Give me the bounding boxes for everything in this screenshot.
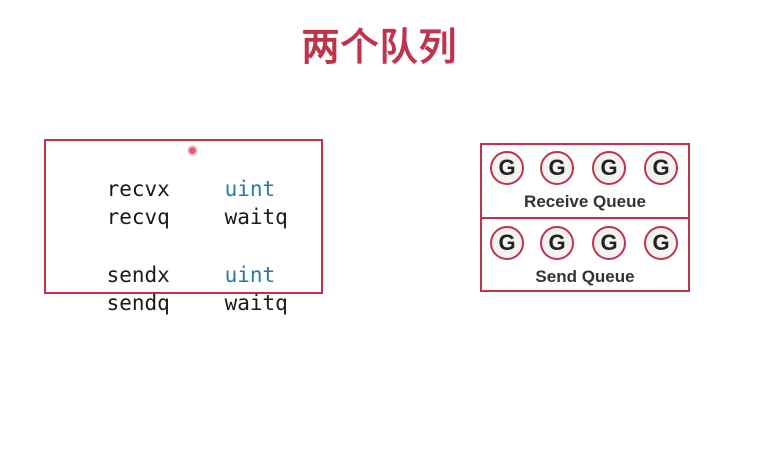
send-queue: G G G G Send Queue — [482, 217, 688, 292]
goroutine-node: G — [540, 151, 574, 185]
code-line-sendq: sendq waitq — [56, 261, 288, 345]
goroutine-node: G — [592, 226, 626, 260]
goroutine-node: G — [540, 226, 574, 260]
goroutine-node: G — [490, 151, 524, 185]
goroutine-node: G — [592, 151, 626, 185]
send-queue-label: Send Queue — [535, 267, 635, 286]
field-type: waitq — [224, 205, 288, 229]
goroutine-node: G — [644, 226, 678, 260]
page-title: 两个队列 — [301, 25, 458, 69]
receive-queue-label: Receive Queue — [524, 192, 646, 211]
goroutine-node: G — [644, 151, 678, 185]
goroutine-node: G — [490, 226, 524, 260]
field-type: waitq — [224, 291, 288, 315]
queues-diagram: G G G G Receive Queue G G G G Send Queue — [480, 143, 690, 292]
struct-fields-box: recvx uint recvq waitq sendx uint sendq wait… — [44, 139, 323, 315]
receive-queue: G G G G Receive Queue — [482, 145, 688, 217]
field-name: sendq — [106, 291, 170, 315]
field-name: recvq — [106, 205, 170, 229]
